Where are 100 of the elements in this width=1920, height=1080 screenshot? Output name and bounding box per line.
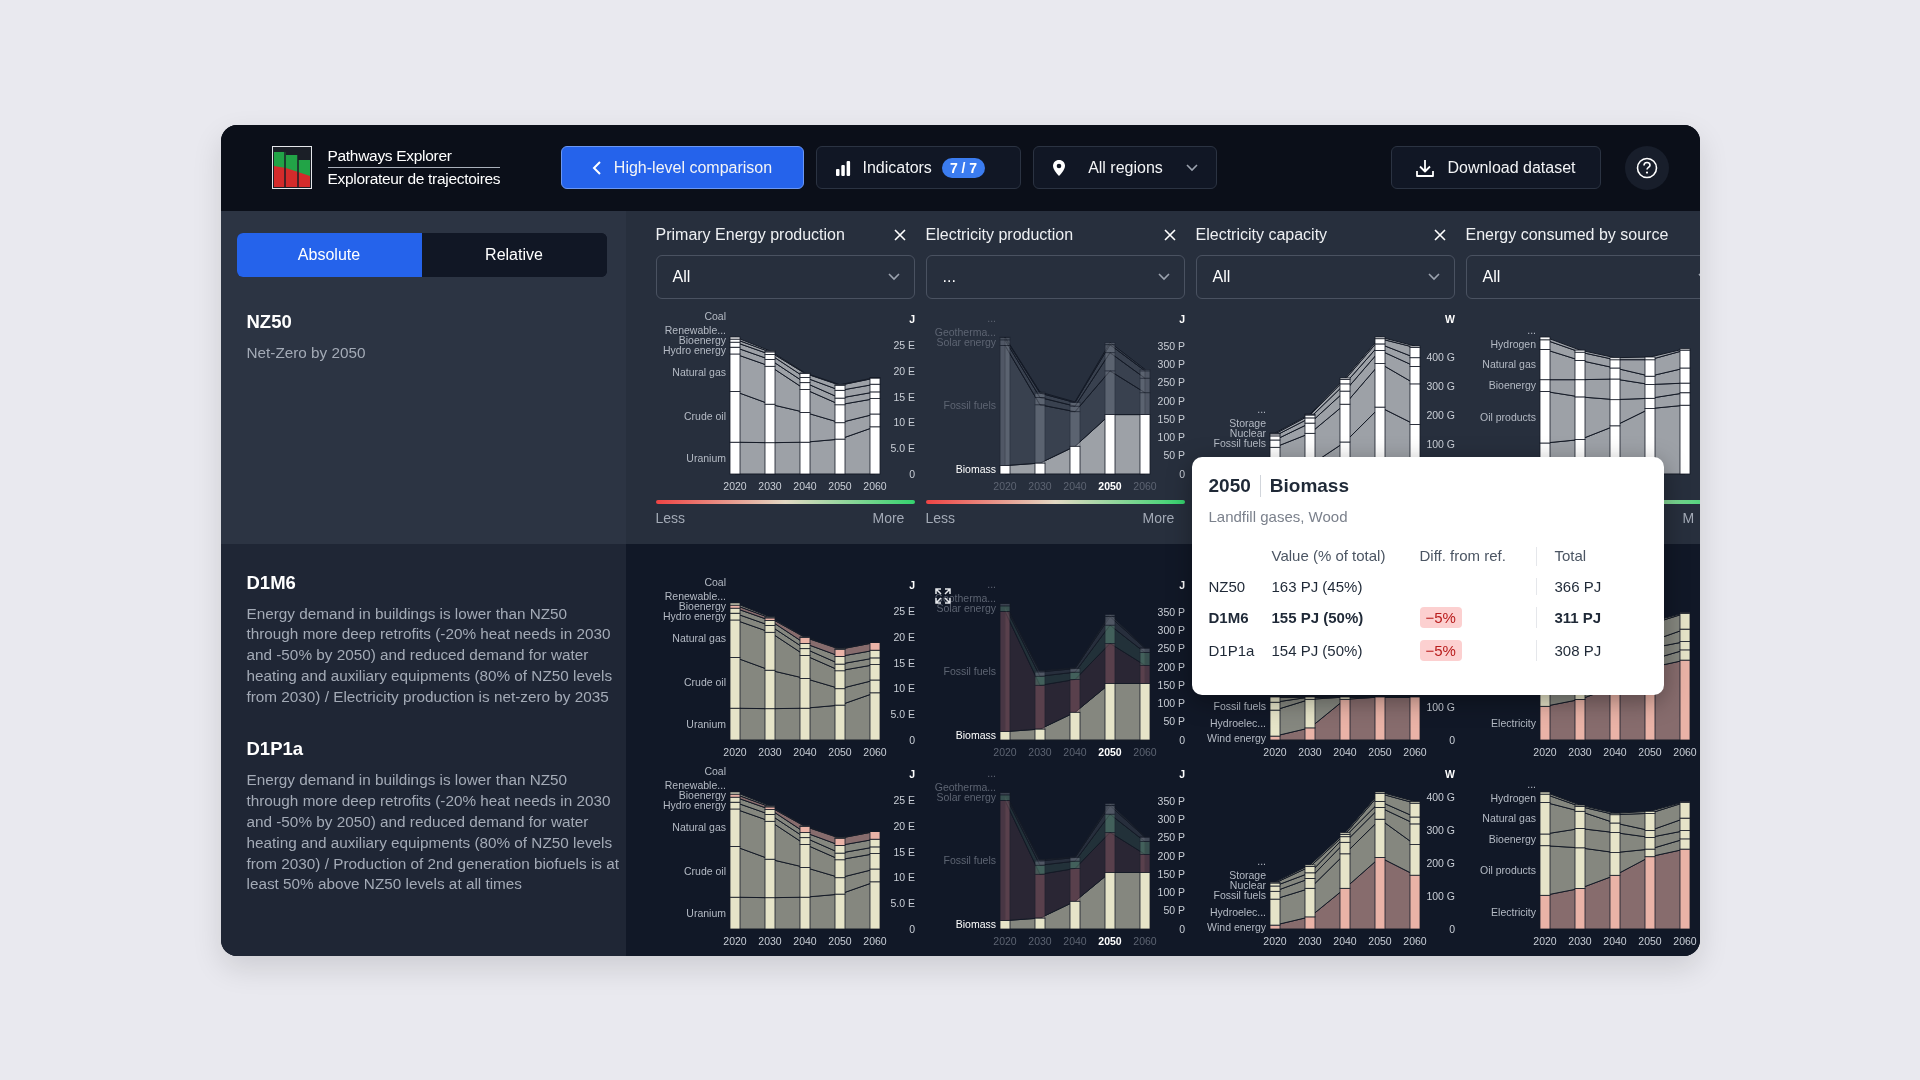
tick-label: 0 [1448, 733, 1455, 745]
download-button[interactable]: Download dataset [1390, 146, 1601, 189]
tick-label: 250 P [1157, 375, 1185, 388]
year-label: 2040 [1602, 745, 1627, 758]
close-icon[interactable] [1433, 228, 1446, 241]
total-cell: 311 PJ [1554, 608, 1602, 626]
series-label: ... [1256, 402, 1266, 415]
series-label: Crude oil [683, 675, 726, 688]
mode-tab[interactable]: Absolute [236, 232, 422, 277]
indicator-title: Electricity production [925, 225, 1074, 244]
tick-label: 50 P [1162, 448, 1185, 461]
series-label: Fossil fuels [943, 853, 996, 866]
series-label: Hydroelec... [1209, 716, 1266, 729]
scenario-name: D1M6 [246, 571, 297, 594]
series-label: Renewable... [664, 589, 726, 602]
diff-badge: −5% [1419, 639, 1462, 661]
series-label: Renewable... [664, 778, 726, 791]
scale-high-label: More [872, 509, 906, 526]
series-label: Renewable... [664, 323, 726, 336]
series-label: Biomass [955, 917, 996, 930]
indicator-title: Primary Energy production [655, 225, 845, 244]
filter-dropdown[interactable]: All [1465, 254, 1700, 299]
tick-label: 350 P [1157, 794, 1185, 807]
tick-label: 150 P [1157, 678, 1185, 691]
tick-label: 400 G [1425, 350, 1455, 363]
year-label: 2040 [792, 934, 817, 947]
tick-label: 200 G [1425, 408, 1455, 421]
series-label: Uranium [685, 451, 726, 464]
series-label: Coal [703, 764, 726, 777]
tick-label: 250 P [1157, 641, 1185, 654]
year-label: 2030 [1567, 934, 1592, 947]
series-label: Natural gas [671, 365, 726, 378]
year-label: 2060 [1132, 745, 1157, 758]
value-cell-text: 154 PJ (50%) [1271, 641, 1364, 659]
tick-label: 15 E [892, 656, 915, 668]
year-label: 2020 [722, 934, 747, 947]
diff-badge: −5% [1419, 606, 1462, 628]
tick-label: 0 [1178, 733, 1185, 745]
series-label: ... [1526, 323, 1536, 336]
year-label: 2030 [1297, 934, 1322, 947]
year-label: 2020 [1532, 745, 1557, 758]
year-label: 2060 [862, 479, 887, 492]
help-icon[interactable] [1624, 145, 1669, 190]
tick-label: 20 E [892, 819, 915, 832]
tick-label: 100 P [1157, 696, 1185, 709]
filter-dropdown[interactable]: All [655, 254, 915, 299]
series-label: Natural gas [1481, 357, 1536, 370]
tick-label: 5.0 E [889, 707, 915, 720]
tick-label: 200 P [1157, 394, 1185, 407]
series-label: Wind energy [1206, 920, 1266, 932]
series-label: ... [986, 577, 996, 590]
column-header: Value (% of total) [1271, 546, 1387, 566]
tick-label: 20 E [892, 364, 915, 377]
chevron-down-icon [1185, 163, 1198, 172]
indicators-button[interactable]: Indicators 7 / 7 [815, 146, 1021, 189]
series-label: Biomass [955, 728, 996, 741]
year-label: 2050 [827, 934, 852, 947]
series-label: Uranium [685, 906, 726, 919]
year-label: 2040 [1062, 745, 1087, 758]
tick-label: 200 G [1425, 856, 1455, 869]
tick-label: 0 [908, 467, 915, 479]
series-label: Crude oil [683, 864, 726, 877]
series-label: Fossil fuels [1213, 699, 1266, 712]
series-label: Uranium [685, 717, 726, 730]
indicator-title: Electricity capacity [1195, 225, 1328, 244]
logo-icon [271, 146, 312, 189]
download-icon [1415, 157, 1436, 178]
series-label: Solar energy [935, 601, 996, 614]
series-label: Bioenergy [1488, 378, 1536, 391]
scenario-name: D1P1a [246, 738, 305, 761]
count-badge: 7 / 7 [941, 157, 986, 178]
unit-label: W [1444, 767, 1455, 780]
tick-label: 5.0 E [889, 441, 915, 454]
scenario-label: NZ50 [1208, 577, 1247, 595]
tick-label: 300 P [1157, 623, 1185, 636]
year-label: 2040 [1332, 934, 1357, 947]
filter-dropdown[interactable]: All [1195, 254, 1455, 299]
region-dropdown[interactable]: All regions [1032, 146, 1217, 189]
back-button[interactable]: High-level comparison [560, 146, 804, 189]
year-label: 2060 [862, 745, 887, 758]
value-cell-text: 163 PJ (45%) [1271, 577, 1364, 595]
series-label: Biomass [955, 462, 996, 475]
year-label: 2050 [827, 745, 852, 758]
year-label: 2050 [1097, 479, 1122, 492]
close-icon[interactable] [893, 228, 906, 241]
series-label: Fossil fuels [1213, 888, 1266, 901]
tick-label: 20 E [892, 630, 915, 643]
tick-label: 300 G [1425, 379, 1455, 392]
tick-label: 10 E [892, 870, 915, 883]
close-icon[interactable] [1163, 228, 1176, 241]
tick-label: 400 G [1425, 790, 1455, 803]
scale-low-label: Less [925, 509, 956, 526]
series-label: Solar energy [935, 790, 996, 803]
tick-label: 250 P [1157, 830, 1185, 843]
filter-dropdown[interactable]: ... [925, 254, 1185, 299]
year-label: 2050 [1097, 745, 1122, 758]
year-label: 2040 [1332, 745, 1357, 758]
year-label: 2050 [1367, 745, 1392, 758]
series-label: Electricity [1490, 905, 1536, 918]
tick-label: 0 [908, 922, 915, 934]
